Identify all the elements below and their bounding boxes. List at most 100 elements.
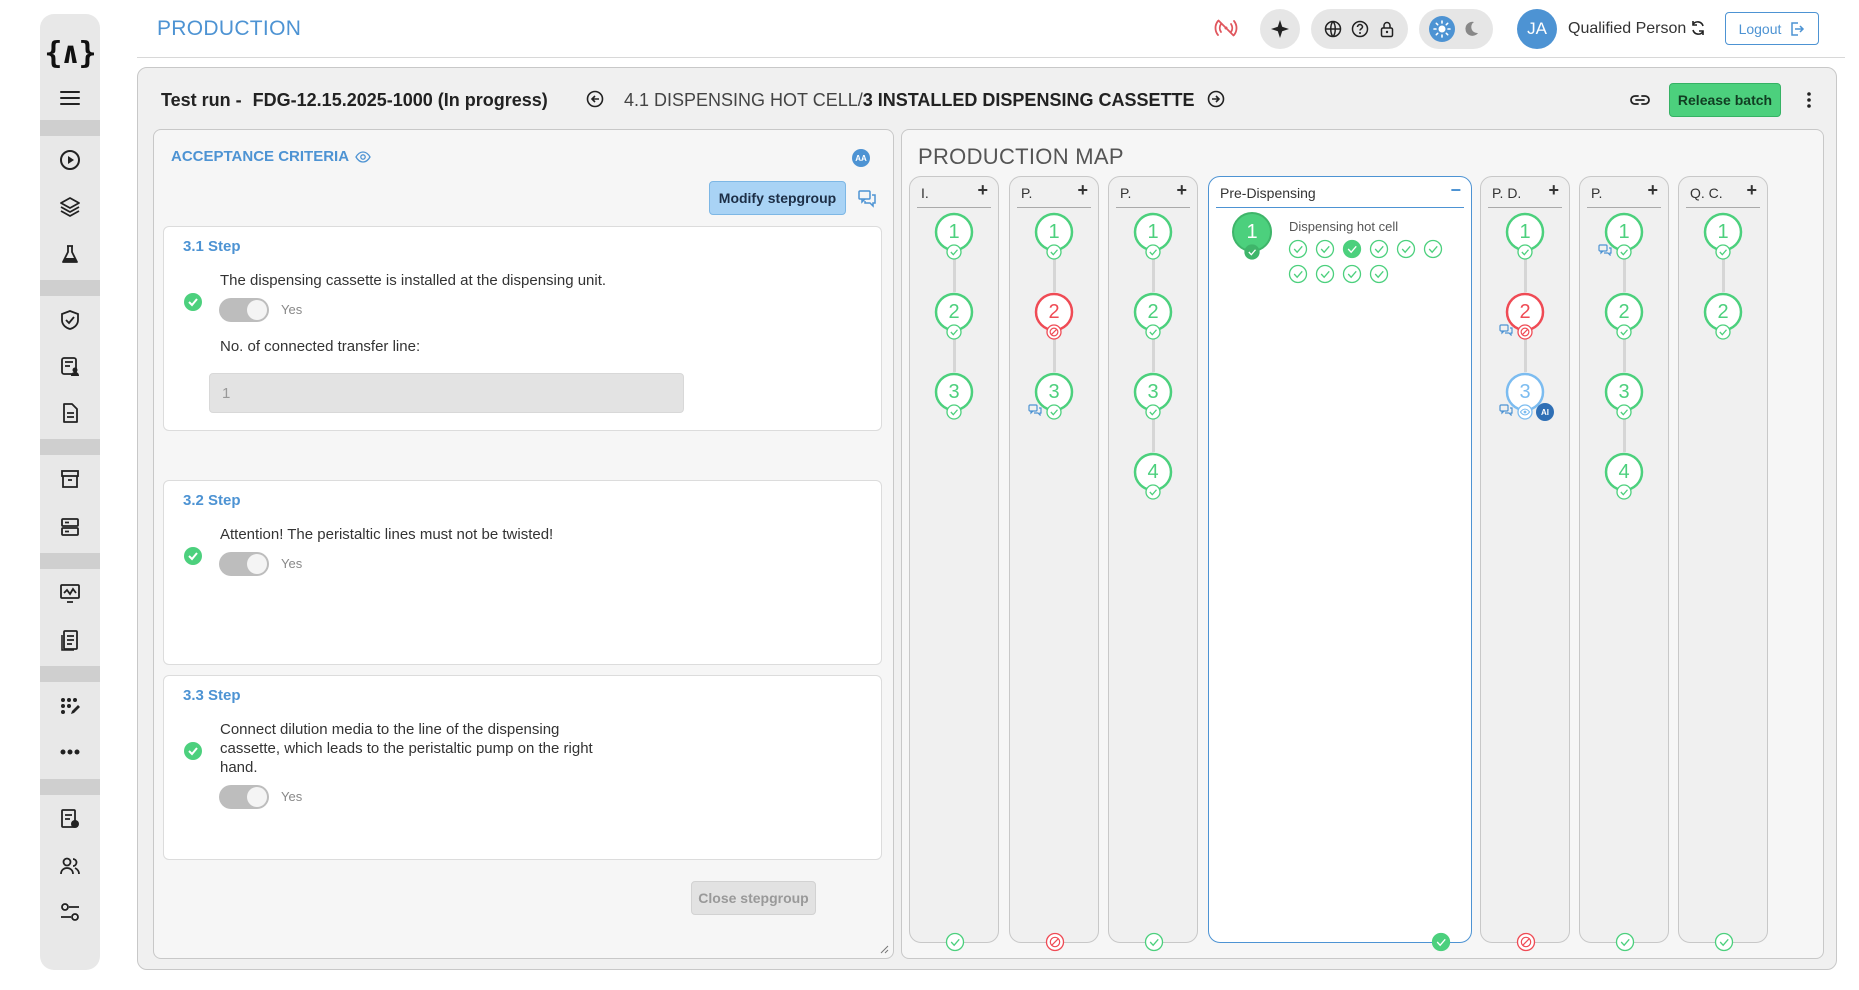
monitor-chart-icon[interactable]: [55, 578, 85, 608]
shield-check-icon[interactable]: [55, 305, 85, 335]
close-stepgroup-button[interactable]: Close stepgroup: [691, 881, 816, 915]
map-column[interactable]: P. +1 2 3 4: [1108, 176, 1198, 952]
step-toggle[interactable]: [219, 298, 269, 322]
expand-icon[interactable]: +: [1176, 180, 1187, 201]
resize-handle-icon[interactable]: [879, 944, 889, 954]
menu-icon[interactable]: [55, 83, 85, 113]
map-column[interactable]: P. D. +1 2 3 AI: [1480, 176, 1570, 952]
step-node[interactable]: 3 AI: [1499, 372, 1554, 421]
comments-icon[interactable]: [857, 188, 877, 208]
logout-button[interactable]: Logout: [1725, 12, 1819, 45]
substep-check-icon[interactable]: [1342, 264, 1362, 284]
step-title: 3.2 Step: [183, 492, 241, 509]
release-batch-button[interactable]: Release batch: [1669, 83, 1781, 117]
step-node[interactable]: 1: [1502, 212, 1548, 260]
step-node[interactable]: 2: [1130, 292, 1176, 340]
step-toggle[interactable]: [219, 552, 269, 576]
node-number: 4: [1618, 461, 1630, 483]
sidebar-separator: [40, 120, 100, 136]
step-node[interactable]: 2: [1700, 292, 1746, 340]
substep-check-icon[interactable]: [1369, 264, 1389, 284]
sidebar-separator: [40, 779, 100, 795]
list-settings-icon[interactable]: [55, 804, 85, 834]
column-divider: [917, 207, 991, 208]
modify-stepgroup-button[interactable]: Modify stepgroup: [709, 181, 846, 215]
substep-check-icon[interactable]: [1369, 239, 1389, 259]
help-icon[interactable]: [1347, 16, 1373, 42]
substep-check-icon[interactable]: [1396, 239, 1416, 259]
substep-check-icon[interactable]: [1342, 239, 1362, 259]
map-column[interactable]: Q. C. +1 2: [1678, 176, 1768, 952]
step-node[interactable]: 2: [1601, 292, 1647, 340]
settings-pill: [1311, 9, 1408, 49]
acceptance-title: ACCEPTANCE CRITERIA: [171, 148, 371, 165]
play-circle-icon[interactable]: [55, 145, 85, 175]
clipboard-icon[interactable]: [55, 625, 85, 655]
step-node[interactable]: 2: [1031, 292, 1077, 340]
user-document-icon[interactable]: [55, 351, 85, 381]
expand-icon[interactable]: +: [1647, 180, 1658, 201]
previous-step-icon[interactable]: [584, 88, 606, 110]
link-icon[interactable]: [1628, 88, 1652, 112]
document-icon[interactable]: [55, 398, 85, 428]
substep-check-icon[interactable]: [1288, 264, 1308, 284]
map-column[interactable]: Pre-Dispensing − 1 Dispensing hot cell: [1208, 176, 1472, 952]
step-node[interactable]: 2: [931, 292, 977, 340]
header-divider: [137, 57, 1845, 58]
breadcrumb-parent[interactable]: 4.1 DISPENSING HOT CELL/: [624, 90, 863, 110]
expand-icon[interactable]: +: [1077, 180, 1088, 201]
expand-icon[interactable]: +: [977, 180, 988, 201]
more-dots-icon[interactable]: [55, 737, 85, 767]
step-node[interactable]: 3: [1130, 372, 1176, 420]
transfer-line-input[interactable]: [209, 373, 684, 413]
comment-icon[interactable]: [1499, 324, 1513, 336]
step-node[interactable]: 3: [1601, 372, 1647, 420]
archive-icon[interactable]: [55, 464, 85, 494]
step-node[interactable]: 1: [931, 212, 977, 260]
comment-icon[interactable]: [1028, 404, 1042, 416]
avatar[interactable]: JA: [1517, 9, 1557, 49]
grid-edit-icon[interactable]: [55, 691, 85, 721]
step-node[interactable]: 1: [1031, 212, 1077, 260]
ai-assistant-button[interactable]: [1260, 9, 1300, 49]
expand-icon[interactable]: +: [1746, 180, 1757, 201]
next-step-icon[interactable]: [1205, 88, 1227, 110]
step-node[interactable]: 4: [1130, 452, 1176, 500]
logout-icon: [1791, 21, 1805, 36]
step-node[interactable]: 1: [1598, 212, 1647, 260]
collapse-icon[interactable]: −: [1450, 180, 1461, 201]
flask-icon[interactable]: [55, 239, 85, 269]
globe-icon[interactable]: [1320, 16, 1346, 42]
substep-check-icon[interactable]: [1423, 239, 1443, 259]
map-column[interactable]: I. +1 2 3: [909, 176, 999, 952]
moon-icon[interactable]: [1458, 16, 1484, 42]
step-node[interactable]: 3: [1028, 372, 1077, 420]
step-node[interactable]: 2: [1499, 292, 1548, 340]
users-icon[interactable]: [55, 851, 85, 881]
switch-role-icon[interactable]: [1690, 20, 1706, 36]
step-node[interactable]: 1: [1130, 212, 1176, 260]
step-node[interactable]: 1: [1700, 212, 1746, 260]
app-logo[interactable]: {∧}: [40, 36, 100, 71]
step-node[interactable]: 4: [1601, 452, 1647, 500]
layers-icon[interactable]: [55, 191, 85, 221]
eye-icon[interactable]: [355, 150, 371, 163]
sun-icon[interactable]: [1428, 16, 1455, 42]
lock-icon[interactable]: [1374, 16, 1400, 42]
column-divider: [1017, 207, 1091, 208]
map-column[interactable]: P. +1 2 3 4: [1579, 176, 1669, 952]
map-column[interactable]: P. +1 2 3: [1009, 176, 1099, 952]
step-toggle[interactable]: [219, 785, 269, 809]
comment-icon[interactable]: [1598, 244, 1612, 256]
sliders-icon[interactable]: [55, 897, 85, 927]
server-icon[interactable]: [55, 512, 85, 542]
comment-icon[interactable]: [1499, 404, 1513, 416]
substep-check-icon[interactable]: [1315, 264, 1335, 284]
group-node[interactable]: 1: [1229, 212, 1275, 260]
substep-check-icon[interactable]: [1288, 239, 1308, 259]
expand-icon[interactable]: +: [1548, 180, 1559, 201]
more-vertical-icon[interactable]: [1801, 88, 1817, 112]
substep-check-icon[interactable]: [1315, 239, 1335, 259]
step-node[interactable]: 3: [931, 372, 977, 420]
node-number: 3: [948, 381, 960, 403]
